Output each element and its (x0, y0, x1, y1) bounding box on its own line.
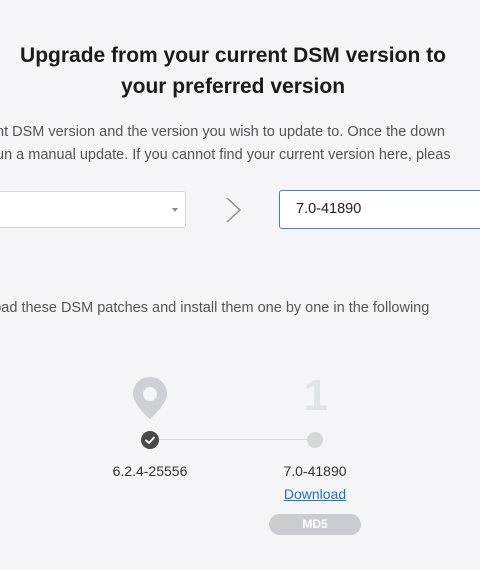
step-dot (307, 432, 323, 448)
description-line-2: un a manual update. If you cannot find y… (0, 147, 451, 163)
title-line-1: Upgrade from your current DSM version to (20, 44, 446, 67)
target-version-select[interactable]: 7.0-41890 (279, 190, 480, 229)
download-link[interactable]: Download (255, 484, 375, 504)
title-line-2: your preferred version (120, 75, 346, 98)
description-text: nt DSM version and the version you wish … (0, 121, 451, 167)
target-version-label: 7.0-41890 (283, 463, 347, 479)
description-line-1: nt DSM version and the version you wish … (0, 124, 445, 140)
timeline-connector (158, 439, 308, 440)
caret-down-icon (172, 208, 178, 212)
md5-button[interactable]: MD5 (269, 514, 361, 535)
target-version-value: 7.0-41890 (296, 201, 362, 217)
chevron-right-icon (226, 197, 242, 223)
step-number: 1 (303, 371, 329, 420)
page-title: Upgrade from your current DSM version to… (0, 40, 466, 102)
patch-instruction-text: load these DSM patches and install them … (0, 300, 430, 316)
location-pin-icon (133, 377, 167, 419)
check-circle-icon (141, 431, 159, 449)
dsm-upgrade-page: Upgrade from your current DSM version to… (0, 0, 480, 570)
current-version-label: 6.2.4-25556 (112, 463, 188, 479)
current-version-select[interactable] (0, 191, 186, 228)
